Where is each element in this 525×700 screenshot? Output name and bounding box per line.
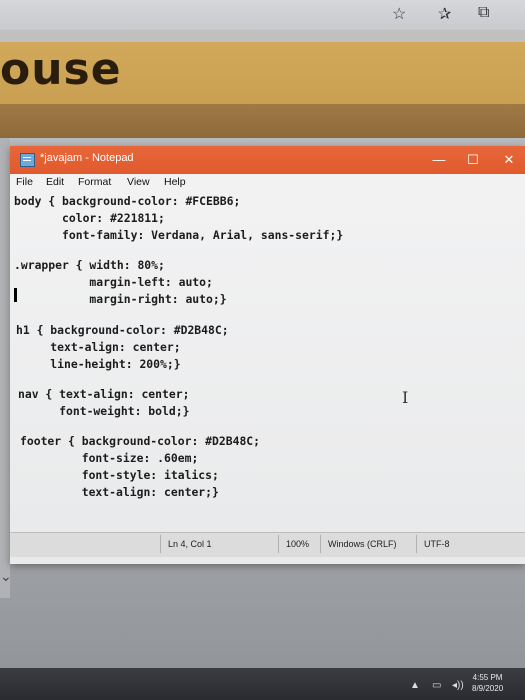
menu-format[interactable]: Format [78,176,111,188]
line-endings: Windows (CRLF) [328,539,397,549]
clock-date: 8/9/2020 [472,684,504,693]
code-line: font-style: italics; [20,468,219,482]
encoding: UTF-8 [424,539,450,549]
status-divider [278,535,279,553]
close-button[interactable]: ✕ [498,150,520,170]
code-line: text-align: center;} [20,485,219,499]
status-divider [160,535,161,553]
network-icon[interactable]: ▲ [410,680,420,691]
left-panel [0,138,10,598]
cursor-position: Ln 4, Col 1 [168,539,212,549]
code-line: text-align: center; [16,340,181,354]
webpage-header-strip [0,30,525,42]
code-line: color: #221811; [14,211,165,225]
system-clock[interactable]: 4:55 PM 8/9/2020 [472,672,503,694]
volume-icon[interactable]: ◂)) [452,680,464,691]
notepad-icon [20,153,35,167]
collections-icon[interactable]: ⧉ [478,4,489,22]
status-bar: Ln 4, Col 1 100% Windows (CRLF) UTF-8 [10,532,525,557]
menu-bar: File Edit Format View Help [10,174,525,192]
star-icon[interactable]: ☆ [392,4,406,24]
status-divider [320,535,321,553]
browser-toolbar: ☆ ✰ ⧉ [0,0,525,30]
code-line: h1 { background-color: #D2B48C; [16,323,229,337]
notepad-window: *javajam - Notepad — ☐ ✕ File Edit Forma… [10,146,525,564]
code-line: nav { text-align: center; [18,387,190,401]
code-line: font-weight: bold;} [18,404,190,418]
clock-time: 4:55 PM [472,673,503,682]
notepad-titlebar[interactable]: *javajam - Notepad — ☐ ✕ [10,146,525,174]
screen: ☆ ✰ ⧉ ouse ⌄ *javajam - Notepad — ☐ ✕ Fi… [0,0,525,700]
code-line: body { background-color: #FCEBB6; [14,194,241,208]
menu-file[interactable]: File [16,176,33,188]
webpage-title: ouse [0,44,122,95]
chevron-down-icon[interactable]: ⌄ [0,568,12,585]
status-divider [416,535,417,553]
battery-icon[interactable]: ▭ [432,680,441,691]
text-editor[interactable]: body { background-color: #FCEBB6; color:… [10,192,525,532]
code-line: margin-right: auto;} [14,292,227,306]
ibeam-cursor-icon: I [402,388,409,407]
minimize-button[interactable]: — [428,150,450,170]
code-line: font-family: Verdana, Arial, sans-serif;… [14,228,344,242]
code-line: font-size: .60em; [20,451,199,465]
code-line: line-height: 200%;} [16,357,181,371]
code-line: margin-left: auto; [14,275,213,289]
webpage-nav-bar [0,104,525,138]
code-line: footer { background-color: #D2B48C; [20,434,261,448]
zoom-level: 100% [286,539,310,549]
menu-view[interactable]: View [127,176,150,188]
menu-edit[interactable]: Edit [46,176,64,188]
menu-help[interactable]: Help [164,176,186,188]
taskbar: ▲ ▭ ◂)) 4:55 PM 8/9/2020 [0,668,525,700]
code-line: .wrapper { width: 80%; [14,258,165,272]
favorites-icon[interactable]: ✰ [438,4,451,24]
maximize-button[interactable]: ☐ [462,150,484,170]
window-title: *javajam - Notepad [40,152,134,164]
